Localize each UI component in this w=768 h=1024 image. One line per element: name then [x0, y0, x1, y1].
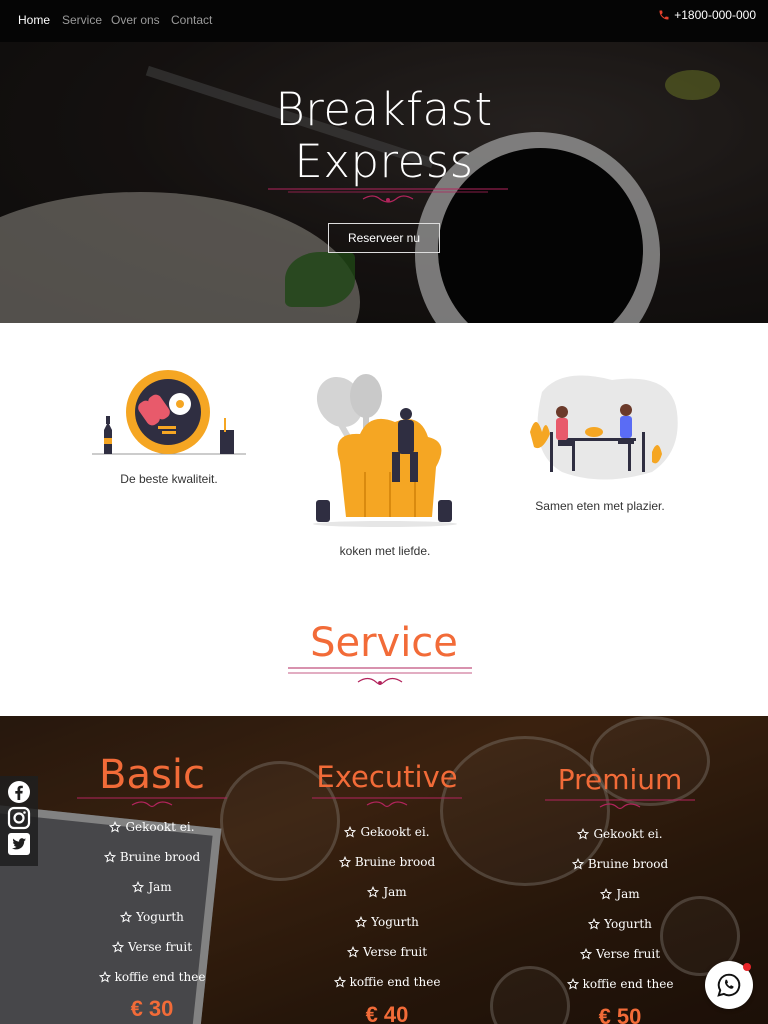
plan-feature-label: Jam [383, 885, 407, 899]
phone-number: +1800-000-000 [674, 8, 756, 22]
plan-feature-label: Bruine brood [119, 850, 201, 864]
reserve-button[interactable]: Reserveer nu [328, 223, 440, 253]
plan-feature-item: Jam [52, 880, 252, 894]
star-icon [120, 911, 133, 923]
plan-feature-label: Verse fruit [127, 940, 193, 954]
plan-price-executive: € 40 [365, 1002, 409, 1024]
star-icon [109, 821, 122, 833]
plan-title-basic: Basic [99, 752, 205, 798]
hero-title-line1: Breakfast [275, 83, 493, 136]
star-icon [577, 828, 590, 840]
plan-ornament-divider [77, 797, 227, 808]
whatsapp-icon [717, 973, 741, 997]
phone-icon [659, 10, 669, 20]
star-icon [600, 888, 613, 900]
feature-label-quality: De beste kwaliteit. [120, 472, 218, 486]
twitter-icon[interactable] [7, 832, 31, 856]
star-icon [338, 856, 351, 868]
plan-feature-label: Bruine brood [587, 857, 669, 871]
plan-feature-label: Verse fruit [362, 945, 428, 959]
hero-section: Breakfast Express Reserveer nu [0, 42, 768, 323]
plan-feature-item: Bruine brood [520, 857, 720, 871]
plan-feature-item: Yogurth [520, 917, 720, 931]
plan-price-basic: € 30 [130, 996, 174, 1021]
plan-title-premium: Premium [557, 763, 683, 796]
star-icon [98, 971, 111, 983]
plan-feature-item: Yogurth [52, 910, 252, 924]
plan-feature-label: koffie end thee [582, 977, 674, 991]
plan-feature-item: Gekookt ei. [287, 825, 487, 839]
service-ornament-divider [288, 667, 472, 685]
social-sidebar [0, 776, 38, 866]
plan-feature-item: Bruine brood [287, 855, 487, 869]
instagram-icon[interactable] [7, 806, 31, 830]
star-icon [579, 948, 592, 960]
plan-feature-label: Yogurth [371, 915, 419, 929]
feature-label-together: Samen eten met plazier. [535, 499, 665, 513]
hero-title-line2: Express [294, 135, 474, 188]
plan-feature-item: Jam [520, 887, 720, 901]
plan-ornament-divider [312, 797, 462, 808]
plan-feature-label: Jam [616, 887, 640, 901]
plan-feature-label: Gekookt ei. [593, 827, 663, 841]
nav-contact-link[interactable]: Contact [171, 13, 212, 27]
plan-feature-label: Gekookt ei. [360, 825, 430, 839]
star-icon [566, 978, 579, 990]
plan-feature-item: Verse fruit [520, 947, 720, 961]
nav-service-link[interactable]: Service [62, 13, 102, 27]
star-icon [344, 826, 357, 838]
plan-feature-item: Jam [287, 885, 487, 899]
facebook-icon[interactable] [7, 780, 31, 804]
nav-home-link[interactable]: Home [18, 13, 50, 27]
star-icon [346, 946, 359, 958]
food-plate-illustration [92, 370, 246, 455]
notification-dot [743, 963, 751, 971]
dining-couple-illustration [530, 375, 678, 480]
star-icon [111, 941, 124, 953]
star-icon [333, 976, 346, 988]
hero-ornament-divider [268, 188, 508, 203]
feature-label-love: koken met liefde. [339, 544, 431, 558]
star-icon [132, 881, 145, 893]
plan-feature-item: koffie end thee [520, 977, 720, 991]
phone-contact[interactable]: +1800-000-000 [658, 8, 756, 22]
plan-feature-label: Jam [148, 880, 172, 894]
star-icon [367, 886, 380, 898]
plan-feature-item: Verse fruit [52, 940, 252, 954]
plan-feature-label: Yogurth [136, 910, 184, 924]
star-icon [588, 918, 601, 930]
service-heading: Service [310, 620, 458, 666]
plan-feature-label: Bruine brood [354, 855, 436, 869]
chef-hat-illustration [313, 374, 457, 527]
plan-feature-label: koffie end thee [349, 975, 441, 989]
plan-price-premium: € 50 [598, 1004, 642, 1024]
plan-feature-item: Verse fruit [287, 945, 487, 959]
plan-feature-label: Verse fruit [595, 947, 661, 961]
plan-feature-item: koffie end thee [52, 970, 252, 984]
top-navbar: Home Service Over ons Contact +1800-000-… [0, 0, 768, 42]
plan-feature-label: Gekookt ei. [125, 820, 195, 834]
plan-feature-item: Gekookt ei. [520, 827, 720, 841]
plan-feature-item: Gekookt ei. [52, 820, 252, 834]
plan-feature-item: koffie end thee [287, 975, 487, 989]
plan-feature-item: Bruine brood [52, 850, 252, 864]
star-icon [103, 851, 116, 863]
star-icon [571, 858, 584, 870]
plan-feature-item: Yogurth [287, 915, 487, 929]
plan-title-executive: Executive [316, 760, 458, 794]
nav-over-ons-link[interactable]: Over ons [111, 13, 160, 27]
plan-feature-label: koffie end thee [114, 970, 206, 984]
star-icon [355, 916, 368, 928]
plan-feature-label: Yogurth [604, 917, 652, 931]
plan-ornament-divider [545, 799, 695, 810]
